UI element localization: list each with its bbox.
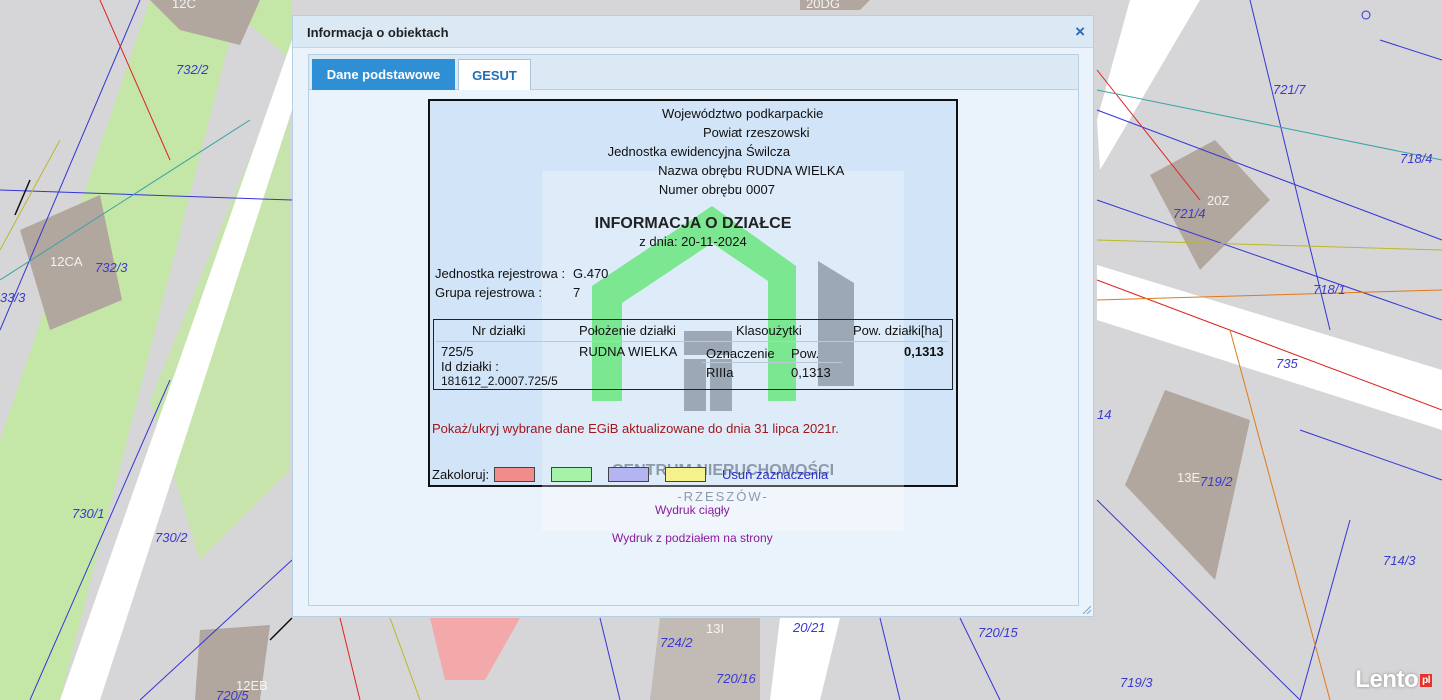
field-separator: : — [736, 163, 740, 178]
parcel-area: 0,1313 — [904, 344, 944, 359]
parcel-info-title: INFORMACJA O DZIAŁCE — [594, 215, 792, 232]
dialog-title: Informacja o obiektach — [307, 25, 449, 40]
parcel-info-date: z dnia: 20-11-2024 — [639, 234, 747, 249]
field-county: Powiat : rzeszowski — [430, 125, 956, 143]
building-label: 12CA — [50, 254, 83, 269]
column-header: Nr działki — [472, 323, 526, 338]
field-label: Nazwa obrębu — [658, 163, 742, 178]
building-label: 13I — [706, 621, 724, 636]
parcel-label: 33/3 — [0, 290, 26, 305]
parcel-label: 720/15 — [978, 625, 1019, 640]
building-label: 12EB — [236, 678, 268, 693]
registry-group-label: Grupa rejestrowa : — [435, 285, 542, 300]
tab-basic-data[interactable]: Dane podstawowe — [312, 59, 455, 90]
field-value: 0007 — [746, 182, 775, 197]
field-precinct-name: Nazwa obrębu : RUDNA WIELKA — [430, 163, 956, 181]
class-divider — [702, 362, 842, 363]
parcel-label: 714/3 — [1383, 553, 1416, 568]
parcel-label: 721/4 — [1173, 206, 1206, 221]
clear-selection-link[interactable]: Usuń zaznaczenia — [722, 467, 828, 482]
field-separator: : — [736, 106, 740, 121]
field-precinct-number: Numer obrębu : 0007 — [430, 182, 956, 200]
toggle-egib-data-link[interactable]: Pokaż/ukryj wybrane dane EGiB aktualizow… — [432, 421, 839, 436]
close-icon[interactable]: × — [1075, 22, 1085, 42]
building-label: 20DG — [806, 0, 840, 11]
lento-logo-text: Lento — [1355, 666, 1419, 693]
parcel-label: 718/1 — [1313, 282, 1346, 297]
colorize-label: Zakoloruj: — [432, 467, 490, 482]
parcel-number: 725/5 — [441, 344, 474, 359]
parcel-label: 732/2 — [176, 62, 209, 77]
parcel-label: 730/1 — [72, 506, 105, 521]
parcel-label: 730/2 — [155, 530, 188, 545]
column-header: Klasoużytki — [736, 323, 802, 338]
class-area: 0,1313 — [791, 365, 831, 380]
parcel-location: RUDNA WIELKA — [579, 344, 678, 359]
print-paged-link[interactable]: Wydruk z podziałem na strony — [612, 531, 773, 545]
parcel-info-box: CENTRUM NIERUCHOMOŚCI -RZESZÓW- Wojewódz… — [428, 99, 958, 531]
color-swatch-blue[interactable] — [608, 467, 649, 482]
field-label: Numer obrębu — [658, 182, 742, 197]
parcel-label: 20/21 — [792, 620, 826, 635]
color-swatch-green[interactable] — [551, 467, 592, 482]
resize-grip-icon[interactable] — [1081, 604, 1091, 614]
field-value: Świlcza — [746, 144, 791, 159]
color-swatch-yellow[interactable] — [665, 467, 706, 482]
field-separator: : — [736, 125, 740, 140]
registry-unit-label: Jednostka rejestrowa : — [435, 266, 566, 281]
registry-unit-value: G.470 — [573, 266, 609, 281]
column-header: Położenie działki — [579, 323, 676, 338]
lento-logo: Lento pl — [1355, 666, 1432, 694]
header-divider — [436, 341, 948, 342]
building-label: 12C — [172, 0, 196, 11]
lento-logo-suffix: pl — [1420, 674, 1432, 688]
parcel-label: 719/3 — [1120, 675, 1153, 690]
parcel-label: 721/7 — [1273, 82, 1306, 97]
field-separator: : — [736, 144, 740, 159]
parcel-label: 719/2 — [1200, 474, 1233, 489]
building-label: 13E — [1177, 470, 1200, 485]
field-registry-unit: Jednostka ewidencyjna : Świlcza — [430, 144, 956, 162]
field-label: Jednostka ewidencyjna — [607, 144, 742, 159]
column-header: Pow. działki[ha] — [853, 323, 943, 338]
field-value: rzeszowski — [746, 125, 810, 140]
parcel-label: 724/2 — [660, 635, 693, 650]
tab-bar: Dane podstawowe GESUT — [308, 54, 1079, 90]
parcel-label: 14 — [1097, 407, 1111, 422]
parcel-label: 735 — [1276, 356, 1298, 371]
dialog-titlebar[interactable]: Informacja o obiektach × — [293, 16, 1093, 48]
class-symbol: RIIIa — [706, 365, 734, 380]
print-continuous-link[interactable]: Wydruk ciągły — [655, 503, 730, 517]
tab-gesut[interactable]: GESUT — [458, 59, 531, 90]
parcel-id: 181612_2.0007.725/5 — [441, 374, 558, 388]
color-swatch-red[interactable] — [494, 467, 535, 482]
field-label: Województwo — [662, 106, 742, 121]
class-header: Oznaczenie — [706, 346, 775, 361]
field-voivodeship: Województwo : podkarpackie — [430, 106, 956, 124]
parcel-label: 720/16 — [716, 671, 757, 686]
class-header: Pow. — [791, 346, 820, 361]
field-value: RUDNA WIELKA — [746, 163, 845, 178]
field-value: podkarpackie — [746, 106, 824, 121]
parcel-label: 718/4 — [1400, 151, 1433, 166]
parcel-table: Nr działki Położenie działki Klasoużytki… — [433, 319, 953, 390]
parcel-id-label: Id działki : — [441, 359, 499, 374]
parcel-label: 732/3 — [95, 260, 128, 275]
building-label: 20Z — [1207, 193, 1229, 208]
field-separator: : — [736, 182, 740, 197]
registry-group-value: 7 — [573, 285, 581, 300]
